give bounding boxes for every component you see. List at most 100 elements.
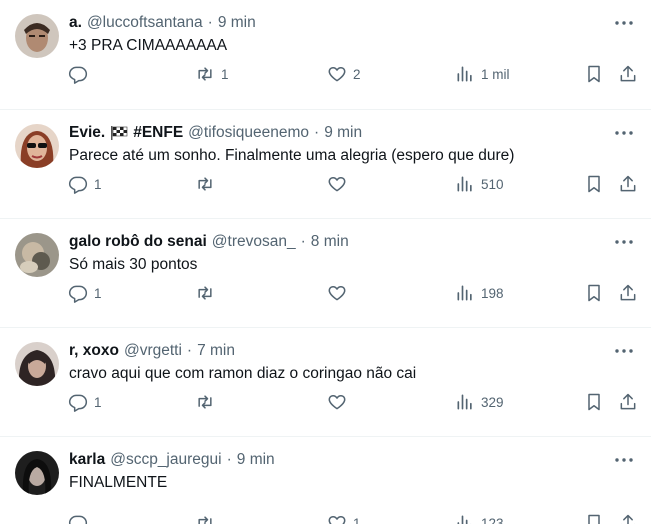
- tweet[interactable]: a. @luccoftsantana · 9 min +3 PRA CIMAAA…: [0, 0, 651, 109]
- checkered-flag-icon: [111, 126, 128, 140]
- reply-icon: [68, 394, 88, 412]
- like-count: 1: [353, 515, 361, 524]
- views-button[interactable]: 510: [455, 173, 504, 195]
- more-options-icon[interactable]: [613, 451, 635, 469]
- reply-button[interactable]: [68, 63, 94, 85]
- retweet-icon: [198, 395, 212, 409]
- views-button[interactable]: 329: [455, 391, 504, 413]
- separator-dot: ·: [186, 342, 193, 359]
- action-bar: 1 510: [0, 173, 651, 195]
- timestamp[interactable]: 7 min: [197, 342, 235, 360]
- like-button[interactable]: 2: [327, 63, 361, 85]
- user-handle[interactable]: @vrgetti: [124, 342, 182, 360]
- retweet-button[interactable]: [195, 282, 221, 304]
- retweet-button[interactable]: [195, 512, 221, 524]
- view-count: 123: [481, 515, 504, 524]
- user-handle[interactable]: @trevosan_: [212, 233, 296, 251]
- display-name[interactable]: galo robô do senai: [69, 233, 207, 251]
- share-icon: [620, 175, 636, 192]
- share-icon: [620, 514, 636, 524]
- reply-count: 1: [94, 394, 102, 410]
- heart-icon: [328, 177, 346, 192]
- display-name[interactable]: r, xoxo: [69, 342, 119, 360]
- tweet[interactable]: karla @sccp_jauregui · 9 min FINALMENTE …: [0, 436, 651, 524]
- retweet-button[interactable]: 1: [195, 63, 229, 85]
- share-button[interactable]: [618, 391, 638, 413]
- share-button[interactable]: [618, 63, 638, 85]
- like-button[interactable]: [327, 391, 353, 413]
- more-options-icon[interactable]: [613, 233, 635, 251]
- tweet-header: karla @sccp_jauregui · 9 min: [69, 449, 275, 471]
- retweet-button[interactable]: [195, 173, 221, 195]
- reply-button[interactable]: 1: [68, 282, 102, 304]
- views-chart-icon: [457, 394, 472, 410]
- tweet[interactable]: r, xoxo @vrgetti · 7 min cravo aqui que …: [0, 327, 651, 436]
- more-options-icon[interactable]: [613, 342, 635, 360]
- tweet-header: r, xoxo @vrgetti · 7 min: [69, 340, 235, 362]
- like-button[interactable]: [327, 282, 353, 304]
- user-handle[interactable]: @tifosiqueenemo: [188, 124, 309, 142]
- view-count: 198: [481, 285, 504, 301]
- like-button[interactable]: [327, 173, 353, 195]
- view-count: 510: [481, 176, 504, 192]
- bookmark-button[interactable]: [584, 173, 604, 195]
- display-name-suffix[interactable]: #ENFE: [133, 124, 183, 142]
- tweet-header: Evie. #ENFE @tifosiqueenemo · 9 min: [69, 122, 362, 144]
- views-button[interactable]: 123: [455, 512, 504, 524]
- reply-count: 1: [94, 285, 102, 301]
- reply-button[interactable]: 1: [68, 173, 102, 195]
- action-bar: 1 123: [0, 512, 651, 524]
- retweet-button[interactable]: [195, 391, 221, 413]
- avatar[interactable]: [15, 14, 59, 58]
- more-options-icon[interactable]: [613, 14, 635, 32]
- tweet[interactable]: Evie. #ENFE @tifosiqueenemo · 9 min Pare…: [0, 109, 651, 218]
- avatar[interactable]: [15, 451, 59, 495]
- like-button[interactable]: 1: [327, 512, 361, 524]
- avatar[interactable]: [15, 124, 59, 168]
- share-icon: [620, 393, 636, 410]
- tweet-text: Parece até um sonho. Finalmente uma aleg…: [69, 147, 515, 164]
- display-name[interactable]: a.: [69, 14, 82, 32]
- share-icon: [620, 284, 636, 301]
- bookmark-icon: [588, 65, 600, 83]
- share-button[interactable]: [618, 173, 638, 195]
- avatar[interactable]: [15, 233, 59, 277]
- share-button[interactable]: [618, 282, 638, 304]
- view-count: 1 mil: [481, 66, 510, 82]
- retweet-icon: [198, 67, 212, 81]
- retweet-icon: [198, 516, 212, 524]
- tweet[interactable]: galo robô do senai @trevosan_ · 8 min Só…: [0, 218, 651, 327]
- bookmark-button[interactable]: [584, 512, 604, 524]
- bookmark-button[interactable]: [584, 63, 604, 85]
- tweet-header: a. @luccoftsantana · 9 min: [69, 12, 256, 34]
- view-count: 329: [481, 394, 504, 410]
- more-options-icon[interactable]: [613, 124, 635, 142]
- share-button[interactable]: [618, 512, 638, 524]
- retweet-icon: [198, 177, 212, 191]
- avatar[interactable]: [15, 342, 59, 386]
- user-handle[interactable]: @luccoftsantana: [87, 14, 203, 32]
- reply-icon: [68, 515, 88, 524]
- timestamp[interactable]: 8 min: [311, 233, 349, 251]
- action-bar: 1 198: [0, 282, 651, 304]
- display-name[interactable]: Evie.: [69, 124, 105, 142]
- views-button[interactable]: 1 mil: [455, 63, 510, 85]
- reply-icon: [68, 176, 88, 194]
- heart-icon: [328, 67, 346, 82]
- tweet-text: Só mais 30 pontos: [69, 256, 198, 273]
- views-button[interactable]: 198: [455, 282, 504, 304]
- display-name[interactable]: karla: [69, 451, 105, 469]
- tweet-text: +3 PRA CIMAAAAAAA: [69, 37, 228, 54]
- reply-button[interactable]: [68, 512, 94, 524]
- heart-icon: [328, 286, 346, 301]
- user-handle[interactable]: @sccp_jauregui: [110, 451, 221, 469]
- views-chart-icon: [457, 176, 472, 192]
- action-bar: 1 2 1 mil: [0, 63, 651, 85]
- timestamp[interactable]: 9 min: [218, 14, 256, 32]
- bookmark-button[interactable]: [584, 391, 604, 413]
- bookmark-button[interactable]: [584, 282, 604, 304]
- bookmark-icon: [588, 284, 600, 302]
- reply-button[interactable]: 1: [68, 391, 102, 413]
- timestamp[interactable]: 9 min: [237, 451, 275, 469]
- timestamp[interactable]: 9 min: [324, 124, 362, 142]
